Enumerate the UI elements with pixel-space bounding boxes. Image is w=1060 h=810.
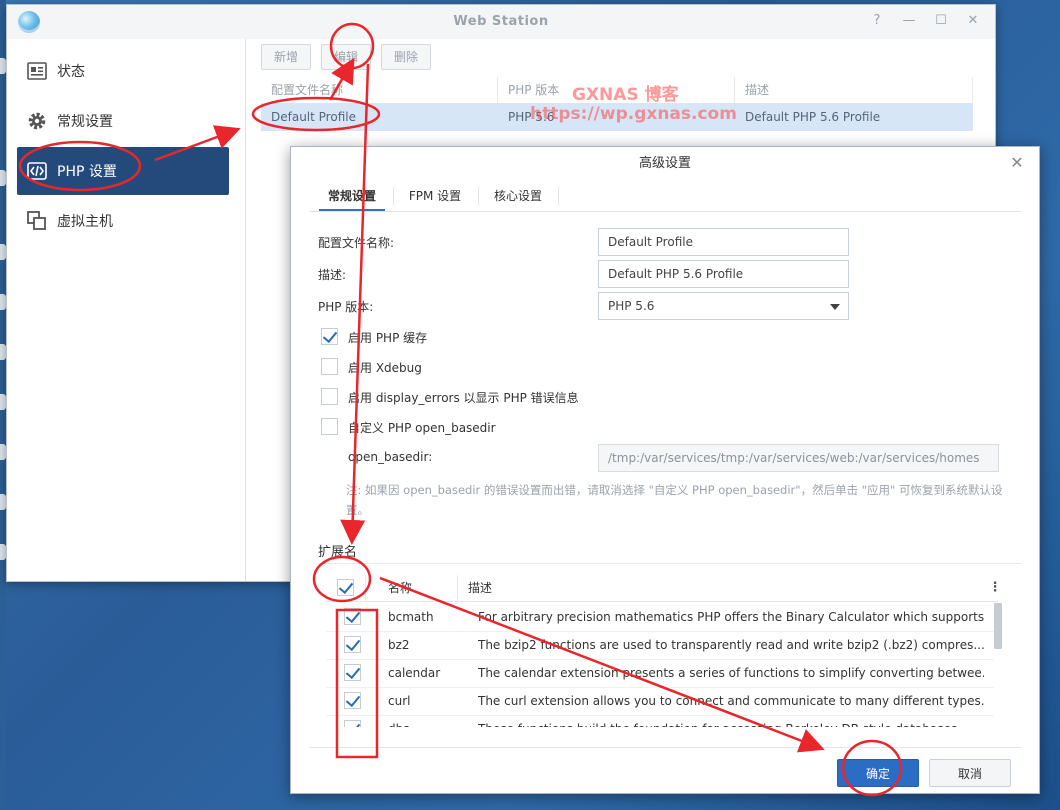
- description-label: 描述:: [318, 268, 347, 282]
- custom-open-basedir-label: 自定义 PHP open_basedir: [348, 421, 496, 435]
- extension-checkbox[interactable]: [344, 664, 361, 681]
- open-basedir-field[interactable]: /tmp:/var/services/tmp:/var/services/web…: [598, 444, 999, 472]
- profile-name-label: 配置文件名称:: [318, 236, 395, 250]
- chevron-down-icon: [830, 304, 840, 310]
- minimize-icon[interactable]: —: [899, 11, 919, 31]
- column-header-profile-name[interactable]: 配置文件名称: [261, 77, 498, 103]
- window-title: Web Station: [453, 14, 549, 29]
- description-field[interactable]: Default PHP 5.6 Profile: [598, 260, 849, 288]
- select-all-checkbox[interactable]: [337, 579, 354, 596]
- extensions-table-header: 名称 描述: [326, 575, 998, 602]
- enable-display-errors-checkbox[interactable]: [321, 388, 338, 405]
- sidebar-item-general-settings[interactable]: 常规设置: [17, 97, 229, 145]
- extension-checkbox[interactable]: [344, 636, 361, 653]
- table-row[interactable]: curl The curl extension allows you to co…: [326, 687, 994, 716]
- column-header-description[interactable]: 描述: [458, 575, 988, 601]
- maximize-icon[interactable]: ☐: [931, 11, 951, 31]
- table-row[interactable]: bcmath For arbitrary precision mathemati…: [326, 603, 994, 632]
- watermark-title: GXNAS 博客: [572, 85, 679, 105]
- column-header-description[interactable]: 描述: [735, 77, 973, 103]
- extension-name: bz2: [388, 638, 410, 652]
- section-divider: [318, 563, 1021, 564]
- watermark-url: https://wp.gxnas.com: [530, 104, 737, 124]
- sidebar-item-label: 常规设置: [57, 114, 113, 130]
- cancel-button[interactable]: 取消: [929, 759, 1011, 787]
- dialog-title: 高级设置: [638, 156, 691, 171]
- code-icon: [27, 161, 47, 181]
- php-version-value: PHP 5.6: [608, 299, 655, 313]
- open-basedir-label: open_basedir:: [348, 450, 433, 464]
- extension-description: These functions build the foundation for…: [468, 715, 984, 727]
- footer-divider: [309, 747, 1021, 748]
- extension-name: bcmath: [388, 610, 434, 624]
- sidebar-item-label: PHP 设置: [57, 164, 117, 180]
- enable-xdebug-checkbox[interactable]: [321, 358, 338, 375]
- extension-checkbox[interactable]: [344, 608, 361, 625]
- extension-name: dba: [378, 715, 468, 727]
- tab-separator: [478, 187, 479, 205]
- tab-fpm[interactable]: FPM 设置: [399, 181, 471, 211]
- help-icon[interactable]: ?: [867, 11, 887, 31]
- extension-name: curl: [388, 694, 411, 708]
- sidebar: 状态 常规设置 PHP 设置 虚拟主机: [7, 39, 246, 581]
- enable-display-errors-label: 启用 display_errors 以显示 PHP 错误信息: [348, 391, 579, 405]
- gear-icon: [27, 111, 47, 131]
- extensions-section-title: 扩展名: [318, 545, 358, 560]
- tab-core[interactable]: 核心设置: [483, 181, 553, 211]
- delete-button[interactable]: 删除: [381, 44, 432, 70]
- table-row[interactable]: bz2 The bzip2 functions are used to tran…: [326, 631, 994, 660]
- extension-checkbox[interactable]: [344, 692, 361, 709]
- open-basedir-note: 注: 如果因 open_basedir 的错误设置而出错，请取消选择 "自定义 …: [346, 483, 1003, 517]
- php-version-label: PHP 版本:: [318, 300, 374, 314]
- column-menu-icon[interactable]: ⋮: [988, 580, 1002, 596]
- dialog-tabs: 常规设置 FPM 设置 核心设置: [309, 181, 1021, 212]
- add-button[interactable]: 新增: [261, 44, 312, 70]
- sidebar-item-label: 虚拟主机: [57, 214, 113, 230]
- custom-open-basedir-checkbox[interactable]: [321, 418, 338, 435]
- extension-checkbox[interactable]: [344, 720, 361, 727]
- advanced-settings-dialog: 高级设置 ✕ 常规设置 FPM 设置 核心设置 配置文件名称: Default …: [290, 146, 1040, 794]
- window-titlebar[interactable]: Web Station ? — ☐ ✕: [7, 5, 995, 39]
- php-version-select[interactable]: PHP 5.6: [598, 292, 849, 320]
- ok-button[interactable]: 确定: [837, 759, 919, 787]
- sidebar-item-status[interactable]: 状态: [17, 47, 229, 95]
- close-icon[interactable]: ✕: [1007, 153, 1027, 173]
- enable-xdebug-label: 启用 Xdebug: [348, 361, 422, 375]
- table-row[interactable]: calendar The calendar extension presents…: [326, 659, 994, 688]
- extension-description: For arbitrary precision mathematics PHP …: [478, 610, 984, 624]
- extension-description: The calendar extension presents a series…: [478, 666, 984, 680]
- sidebar-item-php-settings[interactable]: PHP 设置: [17, 147, 229, 195]
- virtual-host-icon: [27, 211, 47, 231]
- profile-name-cell: Default Profile: [271, 110, 356, 124]
- tab-separator: [558, 187, 559, 205]
- status-icon: [27, 61, 47, 81]
- edit-button[interactable]: 编辑: [321, 44, 372, 70]
- column-header-name[interactable]: 名称: [366, 575, 458, 601]
- enable-php-cache-label: 启用 PHP 缓存: [348, 331, 428, 345]
- extensions-scrollbar[interactable]: [994, 603, 1002, 649]
- description-cell: Default PHP 5.6 Profile: [745, 110, 881, 124]
- extension-description: The curl extension allows you to connect…: [478, 694, 984, 708]
- enable-php-cache-checkbox[interactable]: [321, 328, 338, 345]
- extension-description: The bzip2 functions are used to transpar…: [478, 638, 984, 652]
- extension-name: calendar: [388, 666, 441, 680]
- select-all-cell: [326, 575, 366, 601]
- sidebar-item-virtual-host[interactable]: 虚拟主机: [17, 197, 229, 245]
- tab-general[interactable]: 常规设置: [319, 181, 385, 211]
- table-row[interactable]: dba These functions build the foundation…: [326, 715, 994, 727]
- sidebar-item-label: 状态: [57, 64, 85, 80]
- profile-name-field[interactable]: Default Profile: [598, 228, 849, 256]
- close-icon[interactable]: ✕: [963, 11, 983, 31]
- tab-separator: [393, 187, 394, 205]
